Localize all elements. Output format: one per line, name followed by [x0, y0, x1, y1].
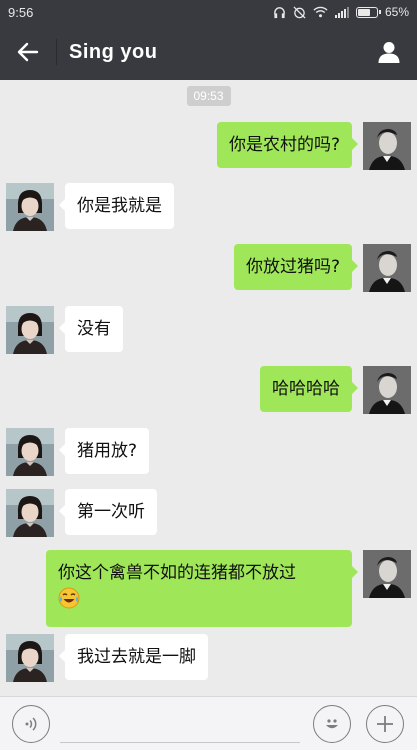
input-bar: [0, 696, 417, 750]
contact-avatar[interactable]: [6, 634, 54, 682]
plus-icon: [377, 716, 393, 732]
message-bubble[interactable]: 没有: [59, 306, 123, 352]
my-avatar[interactable]: [363, 244, 411, 292]
more-button[interactable]: [366, 705, 404, 743]
chat-title: Sing you: [69, 40, 158, 63]
message-bubble[interactable]: 哈哈哈哈: [260, 366, 358, 412]
battery-percent: 65%: [384, 5, 409, 19]
back-button[interactable]: [0, 24, 56, 80]
person-icon: [378, 42, 400, 63]
message-bubble[interactable]: 第一次听: [59, 489, 157, 535]
my-avatar[interactable]: [363, 550, 411, 598]
signal-icon: [334, 6, 349, 18]
wifi-icon: [313, 6, 328, 18]
message-text: 你这个禽兽不如的连猪都不放过: [58, 563, 296, 583]
status-icons: 65%: [273, 5, 409, 19]
contact-avatar[interactable]: [6, 183, 54, 231]
message-bubble[interactable]: 我过去就是一脚: [59, 634, 208, 680]
alarm-off-icon: [293, 5, 306, 19]
header-divider: [56, 39, 57, 65]
contact-avatar[interactable]: [6, 489, 54, 537]
message-bubble[interactable]: 你是我就是: [59, 183, 174, 229]
message-input[interactable]: [60, 705, 300, 743]
status-time: 9:56: [8, 4, 34, 20]
timestamp-label: 09:53: [186, 86, 231, 106]
my-avatar[interactable]: [363, 366, 411, 414]
message-bubble[interactable]: 猪用放?: [58, 428, 150, 474]
message-bubble[interactable]: 你放过猪吗?: [233, 244, 359, 290]
smiley-icon: [326, 719, 338, 729]
contact-avatar[interactable]: [6, 428, 54, 476]
message-bubble[interactable]: 你这个禽兽不如的连猪都不放过: [46, 550, 358, 627]
emoji-button[interactable]: [313, 705, 351, 743]
voice-button[interactable]: [12, 705, 50, 743]
message-bubble[interactable]: 你是农村的吗?: [216, 122, 359, 168]
battery-icon: [355, 6, 381, 18]
battery-level: [357, 8, 370, 16]
status-bar: 9:56 65%: [0, 0, 417, 24]
tears-of-joy-emoji: [58, 587, 340, 616]
chat-header: Sing you: [0, 24, 417, 80]
contact-avatar[interactable]: [6, 306, 54, 354]
headphones-icon: [273, 6, 286, 19]
arrow-left-icon: [17, 42, 39, 62]
my-avatar[interactable]: [363, 122, 411, 170]
chat-info-button[interactable]: [361, 24, 417, 80]
voice-icon: [25, 717, 37, 731]
message-list[interactable]: 09:53 你是农村的吗? 你是我就是 你放过猪吗? 没有 哈哈哈哈 猪用放? …: [0, 80, 417, 696]
